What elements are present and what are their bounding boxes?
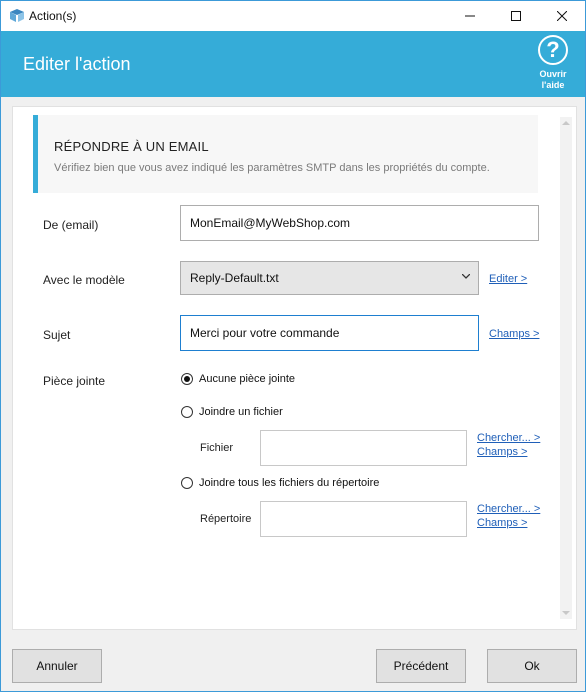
file-fields-link[interactable]: Champs > — [477, 446, 527, 458]
file-label: Fichier — [200, 442, 234, 454]
help-label-line1: Ouvrir — [539, 69, 567, 79]
directory-input[interactable] — [260, 501, 467, 537]
radio-attach-file-label: Joindre un fichier — [199, 406, 283, 418]
from-email-input[interactable]: MonEmail@MyWebShop.com — [180, 205, 539, 241]
directory-label: Répertoire — [200, 513, 252, 525]
close-icon — [557, 11, 567, 21]
file-input[interactable] — [260, 430, 467, 466]
file-browse-link[interactable]: Chercher... > — [477, 432, 540, 444]
scroll-down-icon — [562, 611, 570, 615]
minimize-button[interactable] — [447, 1, 493, 31]
from-label: De (email) — [43, 218, 99, 232]
radio-attach-directory[interactable]: Joindre tous les fichiers du répertoire — [181, 477, 379, 489]
section-header: RÉPONDRE À UN EMAIL Vérifiez bien que vo… — [33, 115, 538, 193]
title-bar: Action(s) — [1, 1, 585, 31]
close-button[interactable] — [539, 1, 585, 31]
radio-checked-icon — [181, 373, 193, 385]
maximize-icon — [511, 11, 521, 21]
directory-browse-link[interactable]: Chercher... > — [477, 503, 540, 515]
content-panel: RÉPONDRE À UN EMAIL Vérifiez bien que vo… — [12, 106, 577, 630]
window-title: Action(s) — [29, 9, 77, 23]
section-title: RÉPONDRE À UN EMAIL — [54, 139, 209, 154]
radio-no-attachment[interactable]: Aucune pièce jointe — [181, 373, 295, 385]
page-title: Editer l'action — [23, 54, 131, 74]
section-description: Vérifiez bien que vous avez indiqué les … — [54, 162, 490, 174]
vertical-scrollbar[interactable] — [560, 117, 572, 619]
ok-button[interactable]: Ok — [487, 649, 577, 683]
header-bar: Editer l'action ? Ouvrir l'aide — [1, 31, 585, 97]
template-selected-value: Reply-Default.txt — [190, 271, 279, 285]
template-label: Avec le modèle — [43, 273, 125, 287]
help-label-line2: l'aide — [541, 80, 565, 90]
template-select[interactable]: Reply-Default.txt — [180, 261, 479, 295]
radio-no-attachment-label: Aucune pièce jointe — [199, 373, 296, 385]
help-button[interactable]: ? Ouvrir l'aide — [531, 35, 575, 95]
subject-label: Sujet — [43, 328, 71, 342]
help-icon: ? — [538, 35, 568, 65]
maximize-button[interactable] — [493, 1, 539, 31]
attachment-label: Pièce jointe — [43, 374, 106, 388]
radio-unchecked-icon — [181, 477, 193, 489]
previous-button[interactable]: Précédent — [376, 649, 466, 683]
radio-attach-directory-label: Joindre tous les fichiers du répertoire — [199, 477, 380, 489]
directory-fields-link[interactable]: Champs > — [477, 517, 527, 529]
radio-unchecked-icon — [181, 406, 193, 418]
minimize-icon — [465, 15, 475, 17]
subject-fields-link[interactable]: Champs > — [489, 328, 539, 340]
cancel-button[interactable]: Annuler — [12, 649, 102, 683]
radio-attach-file[interactable]: Joindre un fichier — [181, 406, 283, 418]
app-icon — [9, 9, 25, 23]
template-edit-link[interactable]: Editer > — [489, 273, 527, 285]
scroll-up-icon — [562, 121, 570, 125]
subject-input[interactable]: Merci pour votre commande — [180, 315, 479, 351]
chevron-down-icon — [462, 274, 470, 279]
dialog-window: Action(s) Editer l'action ? Ouvrir l'aid… — [0, 0, 586, 692]
